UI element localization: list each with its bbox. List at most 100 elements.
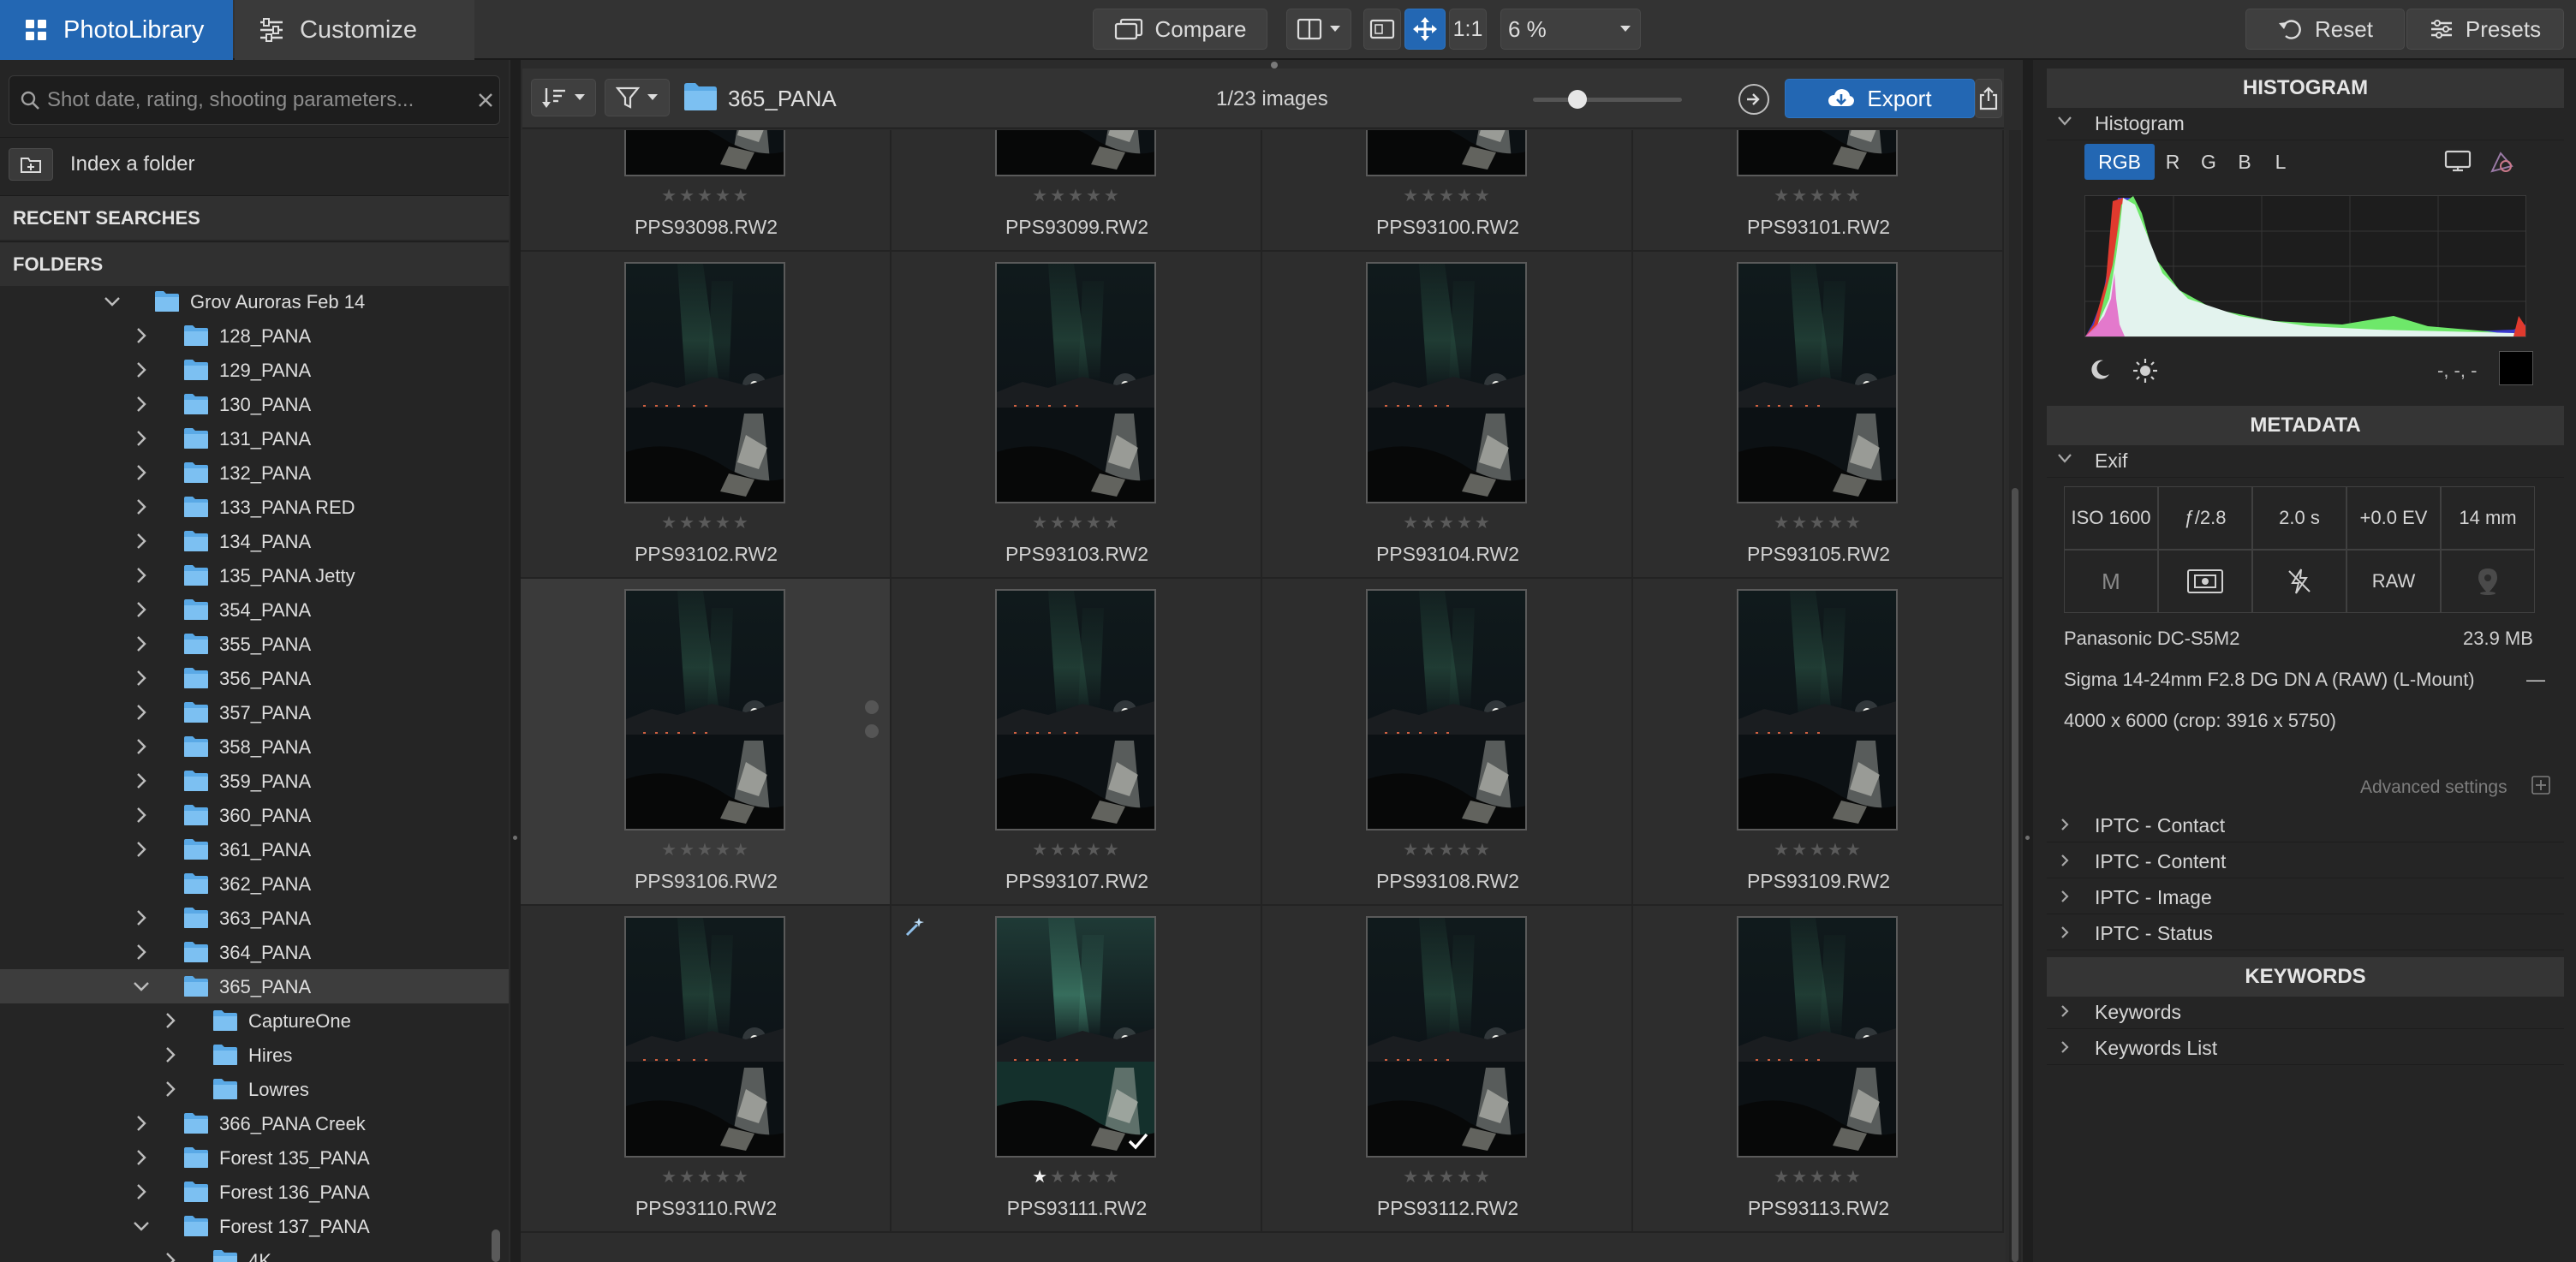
thumbnail-cell[interactable]: ★★★★★ PPS93104.RW2 (1262, 252, 1633, 579)
star-icon[interactable]: ★ (697, 514, 715, 533)
thumbnail-image[interactable] (995, 589, 1156, 830)
chevron-right-icon[interactable] (161, 1045, 180, 1064)
shadow-clipping-icon[interactable] (2088, 358, 2112, 382)
chevron-right-icon[interactable] (132, 497, 151, 516)
chevron-right-icon[interactable] (161, 1011, 180, 1030)
star-icon[interactable]: ★ (1774, 514, 1792, 533)
thumbnail-image[interactable] (995, 262, 1156, 503)
star-icon[interactable]: ★ (1810, 514, 1828, 533)
thumbnail-image[interactable] (624, 916, 785, 1158)
thumbnail-image[interactable] (1366, 916, 1527, 1158)
chevron-right-icon[interactable] (132, 737, 151, 756)
folder-tree-item[interactable]: Forest 137_PANA (0, 1209, 509, 1243)
star-icon[interactable]: ★ (1104, 841, 1122, 860)
star-icon[interactable]: ★ (1475, 187, 1493, 205)
star-icon[interactable]: ★ (1050, 187, 1068, 205)
star-icon[interactable]: ★ (1810, 1168, 1828, 1187)
star-icon[interactable]: ★ (1475, 1168, 1493, 1187)
histogram-section-toggle[interactable]: Histogram (2047, 104, 2564, 140)
chevron-right-icon[interactable] (132, 463, 151, 482)
thumbnail-size-slider[interactable] (1533, 90, 1682, 109)
star-icon[interactable]: ★ (1439, 187, 1457, 205)
star-icon[interactable]: ★ (1104, 1168, 1122, 1187)
star-icon[interactable]: ★ (661, 1168, 679, 1187)
star-icon[interactable]: ★ (1403, 514, 1421, 533)
move-tool-button[interactable] (1404, 9, 1446, 50)
star-icon[interactable]: ★ (1086, 841, 1104, 860)
rating-stars[interactable]: ★★★★★ (521, 512, 891, 533)
add-folder-icon[interactable] (9, 148, 53, 181)
star-icon[interactable]: ★ (1421, 841, 1439, 860)
folder-tree-item[interactable]: Forest 135_PANA (0, 1140, 509, 1175)
channel-rgb-button[interactable]: RGB (2084, 144, 2155, 180)
thumbnail-cell[interactable]: ★★★★★ PPS93108.RW2 (1262, 579, 1633, 906)
star-icon[interactable]: ★ (661, 514, 679, 533)
thumbnail-cell[interactable]: ★★★★★ PPS93107.RW2 (891, 579, 1262, 906)
one-to-one-button[interactable]: 1:1 (1449, 9, 1487, 50)
thumbnail-image[interactable] (1737, 589, 1898, 830)
rating-stars[interactable]: ★★★★★ (891, 839, 1262, 860)
right-panel-divider[interactable] (2023, 60, 2033, 1262)
rating-stars[interactable]: ★★★★★ (521, 839, 891, 860)
left-panel-divider[interactable] (510, 60, 521, 1262)
chevron-right-icon[interactable] (132, 669, 151, 688)
chevron-right-icon[interactable] (132, 1114, 151, 1133)
folder-tree-item[interactable]: 357_PANA (0, 695, 509, 729)
search-input[interactable] (47, 76, 458, 124)
star-icon[interactable]: ★ (1774, 187, 1792, 205)
star-icon[interactable]: ★ (1032, 514, 1050, 533)
grid-scrollbar-track[interactable] (2009, 130, 2021, 1262)
iptc-section-toggle[interactable]: IPTC - Content (2047, 842, 2564, 878)
star-icon[interactable]: ★ (679, 1168, 697, 1187)
keywords-section-toggle[interactable]: Keywords List (2047, 1029, 2564, 1065)
star-icon[interactable]: ★ (1846, 841, 1863, 860)
clear-search-icon[interactable] (477, 92, 494, 109)
rating-stars[interactable]: ★★★★★ (1262, 839, 1633, 860)
exif-section-toggle[interactable]: Exif (2047, 442, 2564, 478)
star-icon[interactable]: ★ (1421, 514, 1439, 533)
star-icon[interactable]: ★ (1828, 187, 1846, 205)
chevron-right-icon[interactable] (132, 395, 151, 414)
star-icon[interactable]: ★ (1774, 1168, 1792, 1187)
star-icon[interactable]: ★ (1439, 1168, 1457, 1187)
thumbnail-image[interactable] (1366, 589, 1527, 830)
thumbnail-cell[interactable]: ★★★★★ PPS93112.RW2 (1262, 906, 1633, 1233)
thumbnail-cell[interactable]: ★★★★★ PPS93103.RW2 (891, 252, 1262, 579)
star-icon[interactable]: ★ (1475, 514, 1493, 533)
rating-stars[interactable]: ★★★★★ (891, 512, 1262, 533)
thumbnail-image[interactable] (995, 916, 1156, 1158)
chevron-right-icon[interactable] (132, 634, 151, 653)
folder-tree-item[interactable]: 365_PANA (0, 969, 509, 1003)
folder-tree-item[interactable]: 366_PANA Creek (0, 1106, 509, 1140)
thumbnail-cell[interactable]: ★★★★★ PPS93101.RW2 (1633, 130, 2004, 252)
rating-stars[interactable]: ★★★★★ (1633, 1166, 2004, 1188)
rating-stars[interactable]: ★★★★★ (1262, 1166, 1633, 1188)
folder-tree-item[interactable]: 359_PANA (0, 764, 509, 798)
folder-tree-item[interactable]: 135_PANA Jetty (0, 558, 509, 592)
chevron-right-icon[interactable] (132, 566, 151, 585)
index-folder-row[interactable]: Index a folder (0, 137, 509, 190)
star-icon[interactable]: ★ (1457, 187, 1475, 205)
star-icon[interactable]: ★ (1032, 187, 1050, 205)
chevron-right-icon[interactable] (161, 1251, 180, 1262)
chevron-right-icon[interactable] (132, 429, 151, 448)
star-icon[interactable]: ★ (1068, 514, 1086, 533)
thumbnail-image[interactable] (1737, 130, 1898, 176)
folder-tree-item[interactable]: Hires (0, 1038, 509, 1072)
star-icon[interactable]: ★ (715, 187, 733, 205)
star-icon[interactable]: ★ (733, 1168, 751, 1187)
thumbnail-image[interactable] (624, 589, 785, 830)
rating-stars[interactable]: ★★★★★ (521, 185, 891, 206)
iptc-section-toggle[interactable]: IPTC - Contact (2047, 807, 2564, 842)
star-icon[interactable]: ★ (1828, 1168, 1846, 1187)
folder-tree-item[interactable]: 134_PANA (0, 524, 509, 558)
thumbnail-cell[interactable]: ★★★★★ PPS93099.RW2 (891, 130, 1262, 252)
star-icon[interactable]: ★ (679, 514, 697, 533)
star-icon[interactable]: ★ (1439, 514, 1457, 533)
thumbnail-cell[interactable]: ★★★★★ PPS93113.RW2 (1633, 906, 2004, 1233)
star-icon[interactable]: ★ (1810, 187, 1828, 205)
thumbnail-cell[interactable]: ★★★★★ PPS93109.RW2 (1633, 579, 2004, 906)
grid-scrollbar-thumb[interactable] (2012, 488, 2018, 1262)
star-icon[interactable]: ★ (661, 841, 679, 860)
chevron-right-icon[interactable] (132, 703, 151, 722)
